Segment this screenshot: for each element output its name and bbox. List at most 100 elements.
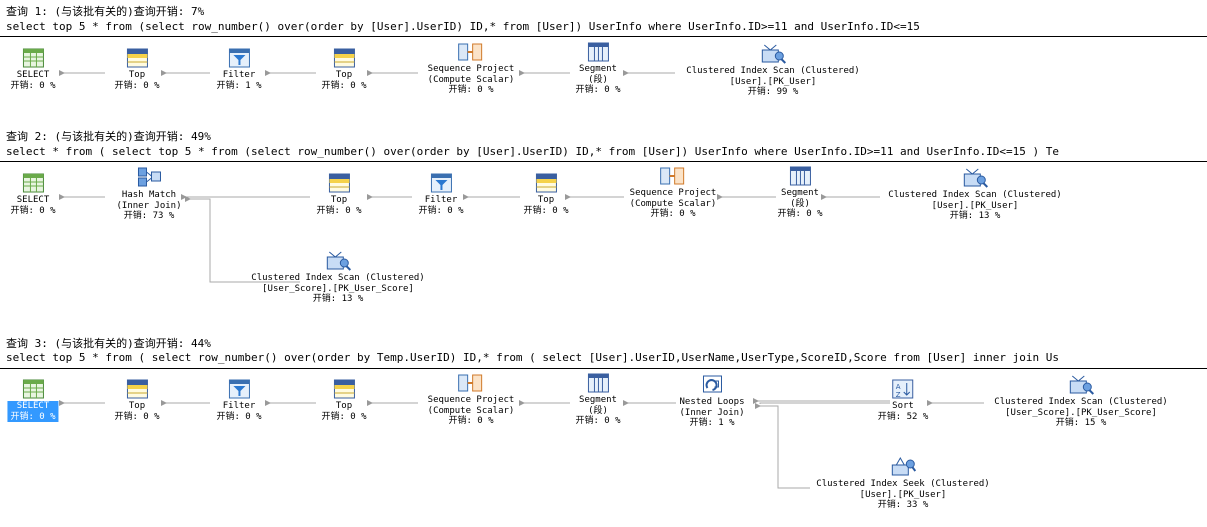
sort-icon: AZ	[892, 379, 914, 399]
plan-node-segment[interactable]: Segment (段) 开销: 0 %	[777, 166, 823, 220]
node-name: Sort	[892, 401, 914, 411]
filter-icon	[228, 379, 250, 399]
plan-node-top[interactable]: Top 开销: 0 %	[321, 48, 367, 91]
node-subtitle: [User].[PK_User]	[859, 489, 947, 500]
plan-node-top[interactable]: Top 开销: 0 %	[321, 379, 367, 422]
node-name: Top	[537, 195, 555, 205]
plan-node-sort[interactable]: AZ Sort 开销: 52 %	[877, 379, 929, 422]
node-subtitle: (Inner Join)	[679, 407, 745, 418]
node-name: Top	[330, 195, 348, 205]
node-cost: 开销: 0 %	[777, 209, 823, 219]
clustered-index-seek-icon	[891, 456, 916, 476]
filter-icon	[430, 173, 452, 193]
plan-node-clustered-index-scan[interactable]: Clustered Index Scan (Clustered) [User_S…	[251, 249, 425, 305]
node-cost: 开销: 0 %	[114, 411, 160, 422]
segment-icon	[587, 373, 609, 393]
node-name: Filter	[424, 195, 458, 205]
node-name: Sequence Project	[427, 64, 515, 74]
node-cost: 开销: 0 %	[10, 80, 56, 91]
plan-node-sequence-project[interactable]: Sequence Project (Compute Scalar) 开销: 0 …	[427, 373, 515, 427]
node-cost: 开销: 0 %	[448, 416, 494, 426]
node-cost: 开销: 0 %	[575, 416, 621, 426]
node-cost: 开销: 0 %	[10, 411, 56, 422]
node-name: Clustered Index Seek (Clustered)	[816, 479, 990, 489]
node-name: Segment	[781, 188, 819, 198]
plan-node-filter[interactable]: Filter 开销: 0 %	[418, 173, 464, 216]
nested-loops-icon	[702, 375, 722, 393]
plan-node-clustered-index-seek[interactable]: Clustered Index Seek (Clustered) [User].…	[816, 455, 990, 511]
node-name: Filter	[222, 70, 256, 80]
top-icon	[535, 173, 557, 193]
node-cost: 开销: 13 %	[312, 294, 364, 304]
node-subtitle: (Compute Scalar)	[427, 405, 515, 416]
node-cost: 开销: 0 %	[321, 80, 367, 91]
node-name: Nested Loops	[679, 397, 745, 407]
node-cost: 开销: 0 %	[523, 205, 569, 216]
top-icon	[333, 379, 355, 399]
plan-node-clustered-index-scan[interactable]: Clustered Index Scan (Clustered) [User].…	[888, 166, 1062, 222]
node-cost: 开销: 0 %	[650, 209, 696, 219]
plan-node-hash-match[interactable]: Hash Match (Inner Join) 开销: 73 %	[116, 166, 182, 222]
node-name: Clustered Index Scan (Clustered)	[888, 190, 1062, 200]
node-name: Hash Match	[121, 190, 177, 200]
node-subtitle: (段)	[588, 74, 608, 85]
node-cost: 开销: 99 %	[747, 87, 799, 97]
node-name: Clustered Index Scan (Clustered)	[686, 66, 860, 76]
node-subtitle: (Compute Scalar)	[427, 74, 515, 85]
plan-node-segment[interactable]: Segment (段) 开销: 0 %	[575, 42, 621, 96]
node-name: Top	[128, 401, 146, 411]
node-cost: 开销: 0 %	[321, 411, 367, 422]
top-icon	[126, 379, 148, 399]
plan-node-filter[interactable]: Filter 开销: 0 %	[216, 379, 262, 422]
node-subtitle: (段)	[790, 198, 810, 209]
node-cost: 开销: 1 %	[216, 80, 262, 91]
node-name: SELECT	[16, 195, 50, 205]
plan-node-segment[interactable]: Segment (段) 开销: 0 %	[575, 373, 621, 427]
plan-node-select[interactable]: SELECT 开销: 0 %	[10, 173, 56, 216]
clustered-index-scan-icon	[963, 168, 988, 188]
top-icon	[126, 48, 148, 68]
plan-node-nested-loops[interactable]: Nested Loops (Inner Join) 开销: 1 %	[679, 373, 745, 429]
top-icon	[333, 48, 355, 68]
node-name: Clustered Index Scan (Clustered)	[994, 397, 1168, 407]
node-cost: 开销: 0 %	[216, 411, 262, 422]
node-cost: 开销: 13 %	[949, 211, 1001, 221]
sequence-project-icon	[458, 374, 483, 392]
plan-node-filter[interactable]: Filter 开销: 1 %	[216, 48, 262, 91]
clustered-index-scan-icon	[1069, 375, 1094, 395]
plan-node-top[interactable]: Top 开销: 0 %	[316, 173, 362, 216]
node-cost: 开销: 0 %	[418, 205, 464, 216]
node-cost: 开销: 0 %	[316, 205, 362, 216]
node-name: Segment	[579, 395, 617, 405]
select-icon	[22, 48, 44, 68]
node-name: Sequence Project	[629, 188, 717, 198]
node-name: SELECT	[16, 70, 50, 80]
node-cost: 开销: 52 %	[877, 411, 929, 422]
sequence-project-icon	[660, 167, 685, 185]
node-name: SELECT	[16, 401, 50, 411]
node-subtitle: (Compute Scalar)	[629, 198, 717, 209]
plan-node-top[interactable]: Top 开销: 0 %	[114, 379, 160, 422]
clustered-index-scan-icon	[326, 251, 351, 271]
node-cost: 开销: 0 %	[114, 80, 160, 91]
node-name: Top	[128, 70, 146, 80]
sequence-project-icon	[458, 43, 483, 61]
node-cost: 开销: 0 %	[448, 85, 494, 95]
node-subtitle: (段)	[588, 405, 608, 416]
select-icon	[22, 173, 44, 193]
plan-node-select[interactable]: SELECT 开销: 0 %	[10, 48, 56, 91]
segment-icon	[587, 42, 609, 62]
node-subtitle: [User].[PK_User]	[729, 76, 817, 87]
node-cost: 开销: 33 %	[877, 500, 929, 510]
segment-icon	[789, 166, 811, 186]
svg-text:A: A	[896, 383, 901, 391]
select-icon	[22, 379, 44, 399]
plan-node-top[interactable]: Top 开销: 0 %	[523, 173, 569, 216]
plan-node-clustered-index-scan[interactable]: Clustered Index Scan (Clustered) [User].…	[686, 42, 860, 98]
plan-node-sequence-project[interactable]: Sequence Project (Compute Scalar) 开销: 0 …	[629, 166, 717, 220]
plan-node-clustered-index-scan[interactable]: Clustered Index Scan (Clustered) [User_S…	[994, 373, 1168, 429]
plan-node-select[interactable]: SELECT 开销: 0 %	[7, 379, 59, 422]
svg-text:Z: Z	[896, 391, 901, 399]
plan-node-sequence-project[interactable]: Sequence Project (Compute Scalar) 开销: 0 …	[427, 42, 515, 96]
plan-node-top[interactable]: Top 开销: 0 %	[114, 48, 160, 91]
